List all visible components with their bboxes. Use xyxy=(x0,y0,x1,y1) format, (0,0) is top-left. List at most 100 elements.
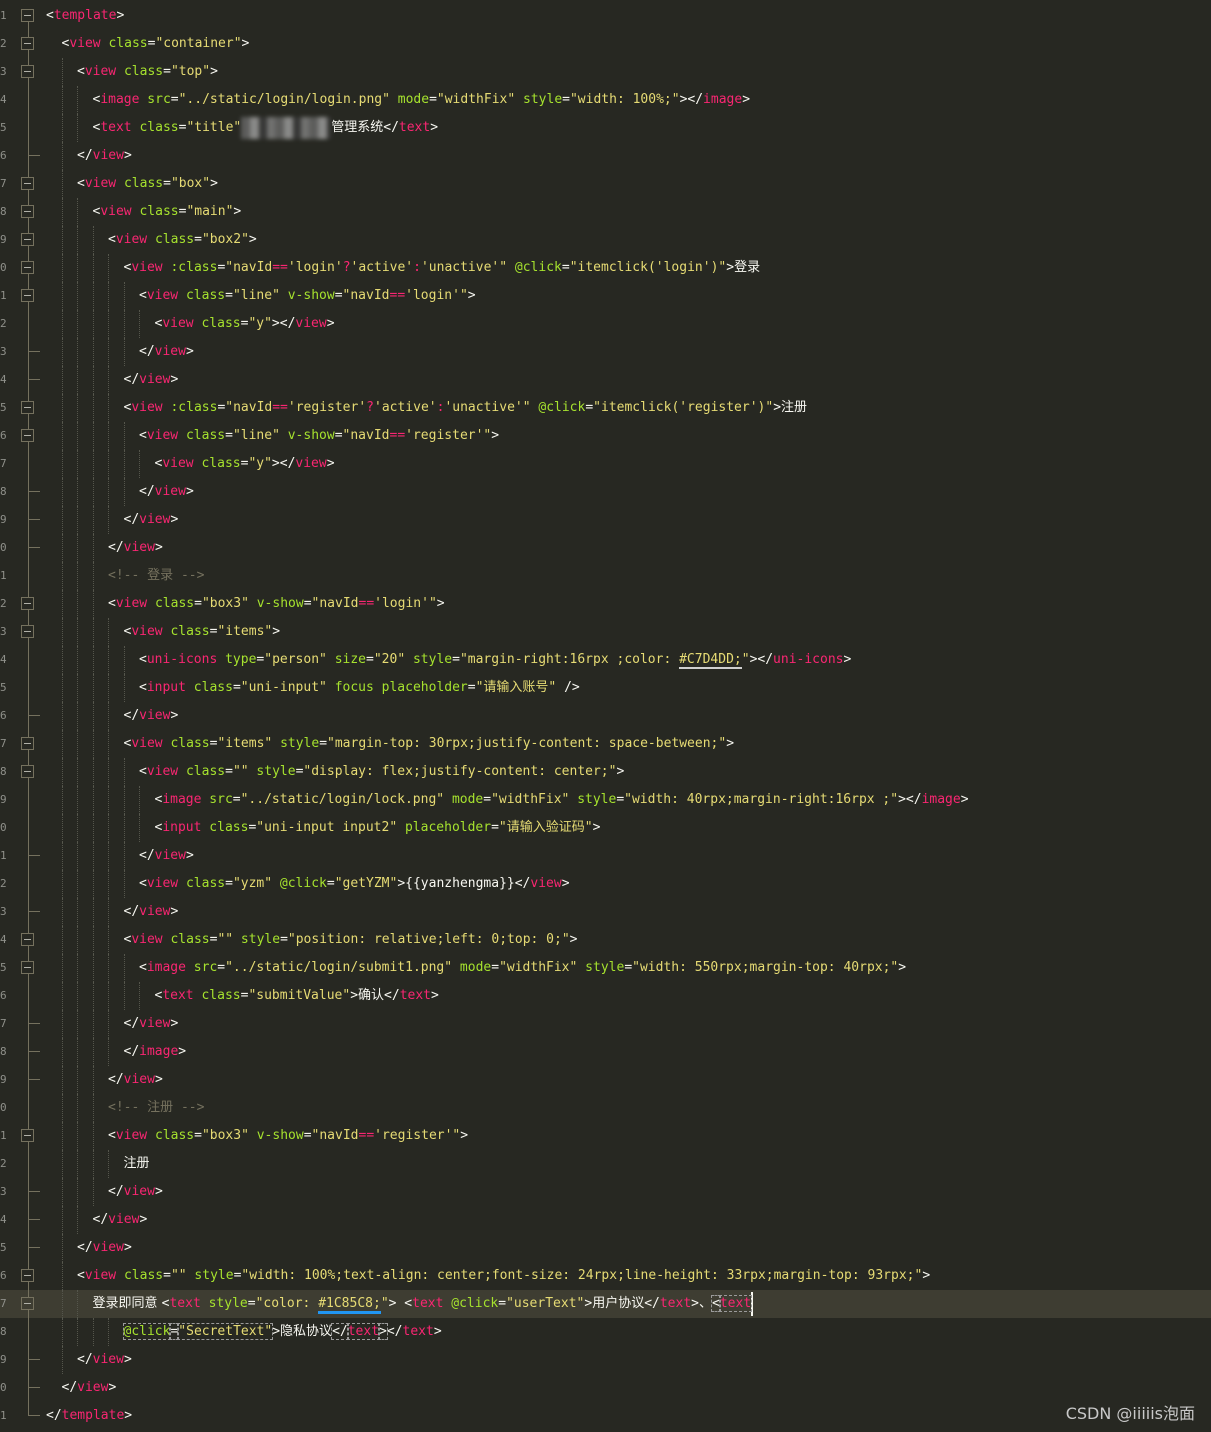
code-line[interactable]: 2 <view class="yzm" @click="getYZM">{{yan… xyxy=(0,870,1211,898)
indent-guide xyxy=(77,422,79,450)
code-line[interactable]: 3 </view> xyxy=(0,338,1211,366)
code-line[interactable]: 6 <text class="submitValue">确认</text> xyxy=(0,982,1211,1010)
fold-toggle-icon[interactable] xyxy=(21,401,34,414)
code-line[interactable]: 4 <view class="" style="position: relativ… xyxy=(0,926,1211,954)
code-line[interactable]: 8 @click="SecretText">隐私协议</text></text> xyxy=(0,1318,1211,1346)
code-token: class xyxy=(139,120,179,135)
code-line[interactable]: 6 </view> xyxy=(0,142,1211,170)
code-token: src xyxy=(209,792,233,807)
code-line[interactable]: 3 </view> xyxy=(0,898,1211,926)
code-line[interactable]: 8 </image> xyxy=(0,1038,1211,1066)
code-line[interactable]: 1 </view> xyxy=(0,842,1211,870)
indent-guide xyxy=(92,1094,95,1122)
code-line[interactable]: 7 <view class="items" style="margin-top: … xyxy=(0,730,1211,758)
code-line[interactable]: 4 <uni-icons type="person" size="20" styl… xyxy=(0,646,1211,674)
code-line[interactable]: 5 </view> xyxy=(0,1234,1211,1262)
code-line[interactable]: 8 <view class="" style="display: flex;jus… xyxy=(0,758,1211,786)
code-line[interactable]: 2 <view class="container"> xyxy=(0,30,1211,58)
fold-toggle-icon[interactable] xyxy=(21,625,34,638)
code-line[interactable]: 8 </view> xyxy=(0,478,1211,506)
code-line[interactable]: 3 <view class="top"> xyxy=(0,58,1211,86)
fold-toggle-icon[interactable] xyxy=(21,233,34,246)
code-line[interactable]: 1 <view class="line" v-show="navId=='logi… xyxy=(0,282,1211,310)
code-line[interactable]: 0 </view> xyxy=(0,534,1211,562)
fold-toggle-icon[interactable] xyxy=(21,9,34,22)
code-line[interactable]: 9 <image src="../static/login/lock.png" m… xyxy=(0,786,1211,814)
code-token: text xyxy=(718,1295,753,1312)
indent-guide xyxy=(61,814,64,842)
line-number: 3 xyxy=(0,625,7,638)
code-line[interactable]: 0 <view :class="navId=='login'?'active':'… xyxy=(0,254,1211,282)
code-text: </view> xyxy=(139,842,194,870)
indent-guide xyxy=(61,170,64,198)
code-token: 'login'" xyxy=(374,596,437,611)
code-line[interactable]: 1 <!-- 登录 --> xyxy=(0,562,1211,590)
code-token: 请输入账号 xyxy=(483,680,549,695)
code-line[interactable]: 2 <view class="box3" v-show="navId=='logi… xyxy=(0,590,1211,618)
code-line[interactable]: 2 <view class="y"></view> xyxy=(0,310,1211,338)
indent-guide xyxy=(77,618,79,646)
fold-toggle-icon[interactable] xyxy=(21,933,34,946)
fold-toggle-icon[interactable] xyxy=(21,1297,34,1310)
code-line[interactable]: 6 </view> xyxy=(0,702,1211,730)
code-line[interactable]: 0 <input class="uni-input input2" placeho… xyxy=(0,814,1211,842)
code-line[interactable]: 5 <view :class="navId=='register'?'active… xyxy=(0,394,1211,422)
code-line[interactable]: 9 </view> xyxy=(0,506,1211,534)
fold-guide xyxy=(28,1346,29,1374)
code-line[interactable]: 8 <view class="main"> xyxy=(0,198,1211,226)
code-line[interactable]: 5 <input class="uni-input" focus placehol… xyxy=(0,674,1211,702)
fold-toggle-icon[interactable] xyxy=(21,1129,34,1142)
code-token: view xyxy=(146,428,179,443)
code-line[interactable]: 3 <view class="items"> xyxy=(0,618,1211,646)
fold-toggle-icon[interactable] xyxy=(21,597,34,610)
code-token: type xyxy=(225,652,257,667)
fold-toggle-icon[interactable] xyxy=(21,205,34,218)
code-line[interactable]: 5 <image src="../static/login/submit1.png… xyxy=(0,954,1211,982)
fold-toggle-icon[interactable] xyxy=(21,37,34,50)
code-line[interactable]: 0 </view> xyxy=(0,1374,1211,1402)
code-token: size xyxy=(334,652,367,667)
fold-toggle-icon[interactable] xyxy=(21,261,34,274)
code-line[interactable]: 1 </template> xyxy=(0,1402,1211,1430)
code-line[interactable]: 4 <image src="../static/login/login.png" … xyxy=(0,86,1211,114)
code-line[interactable]: 7 登录即同意 <text style="color: #1C85C8;"> <t… xyxy=(0,1290,1211,1318)
fold-toggle-icon[interactable] xyxy=(21,1269,34,1282)
fold-toggle-icon[interactable] xyxy=(21,65,34,78)
code-token: view xyxy=(162,456,194,471)
code-token: mode xyxy=(451,792,484,807)
line-number: 2 xyxy=(0,317,7,330)
code-line[interactable]: 2 注册 xyxy=(0,1150,1211,1178)
code-line[interactable]: 9 </view> xyxy=(0,1346,1211,1374)
code-token: view xyxy=(146,764,179,779)
indent-guide xyxy=(77,1122,79,1150)
indent-guide xyxy=(61,450,64,478)
fold-toggle-icon[interactable] xyxy=(21,961,34,974)
code-line[interactable]: 6 <view class="line" v-show="navId=='regi… xyxy=(0,422,1211,450)
code-line[interactable]: 3 </view> xyxy=(0,1178,1211,1206)
code-line[interactable]: 5 <text class="title" 管理系统</text> xyxy=(0,114,1211,142)
code-line[interactable]: 7 <view class="box"> xyxy=(0,170,1211,198)
fold-guide xyxy=(28,1310,29,1318)
code-token: "../static/login/lock.png" xyxy=(240,792,445,807)
code-line[interactable]: 4 </view> xyxy=(0,1206,1211,1234)
code-line[interactable]: 7 </view> xyxy=(0,1010,1211,1038)
code-line[interactable]: 4 </view> xyxy=(0,366,1211,394)
fold-toggle-icon[interactable] xyxy=(21,737,34,750)
code-line[interactable]: 6 <view class="" style="width: 100%;text-… xyxy=(0,1262,1211,1290)
code-editor[interactable]: 1 <template> 2 <view class="container"> 3 <vi… xyxy=(0,0,1211,1432)
code-line[interactable]: 1 <template> xyxy=(0,2,1211,30)
fold-toggle-icon[interactable] xyxy=(21,177,34,190)
fold-toggle-icon[interactable] xyxy=(21,289,34,302)
code-line[interactable]: 0 <!-- 注册 --> xyxy=(0,1094,1211,1122)
fold-toggle-icon[interactable] xyxy=(21,765,34,778)
fold-toggle-icon[interactable] xyxy=(21,429,34,442)
code-token: = xyxy=(194,232,202,247)
code-line[interactable]: 9 </view> xyxy=(0,1066,1211,1094)
code-line[interactable]: 7 <view class="y"></view> xyxy=(0,450,1211,478)
indent-guide xyxy=(92,590,95,618)
code-line[interactable]: 9 <view class="box2"> xyxy=(0,226,1211,254)
code-line[interactable]: 1 <view class="box3" v-show="navId=='regi… xyxy=(0,1122,1211,1150)
